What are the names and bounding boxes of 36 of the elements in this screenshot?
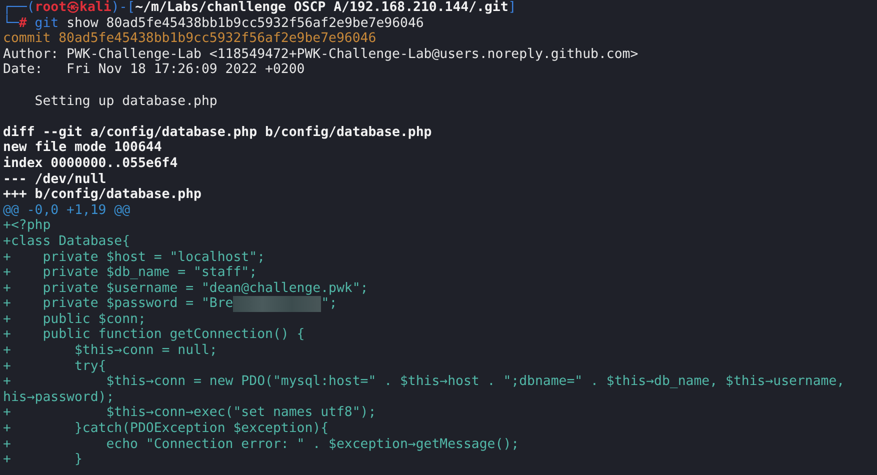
diff-header-line: diff --git a/config/database.php b/config/database.php — [3, 124, 432, 140]
added-code-line: + private $username = "dean@challenge.pwk"; — [3, 280, 368, 296]
added-code-line: his→password); — [3, 390, 114, 406]
prompt-prefix: ┌──( — [3, 0, 35, 15]
added-code-line: +<?php — [3, 218, 51, 234]
hunk-header: @@ -0,0 +1,19 @@ — [3, 202, 130, 218]
output-line: Author: PWK-Challenge-Lab <118549472+PWK-Challenge-Lab@users.noreply.github.com> — [3, 46, 638, 62]
commit-line: commit 80ad5fe45438bb1b9cc5932f56af2e9be7e96046 — [3, 31, 376, 47]
code-fragment: "; — [321, 296, 338, 312]
diff-header-line: index 0000000..055e6f4 — [3, 156, 178, 172]
prompt-user: root㉿kali — [34, 0, 112, 16]
prompt-corner: └─ — [3, 16, 19, 32]
added-code-line: + private $password = "Bre — [3, 296, 234, 312]
diff-header-line: --- /dev/null — [3, 172, 106, 187]
added-code-line: + private $db_name = "staff"; — [3, 265, 258, 281]
added-code-line: + private $host = "localhost"; — [3, 250, 266, 266]
prompt-path: ~/m/Labs/chanllenge OSCP A/192.168.210.144/.git — [135, 0, 508, 16]
command-name: git — [34, 16, 59, 32]
prompt-separator: )-[ — [111, 0, 136, 16]
added-code-line: + $this→conn→exec("set names utf8"); — [3, 405, 376, 422]
added-code-line: + } — [3, 452, 82, 468]
prompt-bracket: ] — [508, 0, 516, 16]
added-code-line: + $this→conn = new PDO("mysql:host=" . $this→host . ";dbname=" . $this→db_name, $this→username, — [3, 374, 845, 390]
added-code-line: + try{ — [3, 358, 106, 374]
added-code-line: +class Database{ — [3, 234, 130, 250]
output-line: Setting up database.php — [34, 94, 218, 110]
output-line: Date: Fri Nov 18 17:26:09 2022 +0200 — [3, 62, 305, 78]
added-code-line: + public function getConnection() { — [3, 327, 305, 344]
added-code-line: + }catch(PDOException $exception){ — [3, 421, 329, 437]
prompt-symbol: # — [18, 16, 27, 32]
added-code-line: + echo "Connection error: " . $exception→getMessage(); — [3, 436, 520, 452]
command-args: show 80ad5fe45438bb1b9cc5932f56af2e9be7e96046 — [66, 16, 424, 32]
diff-header-line: +++ b/config/database.php — [3, 187, 202, 203]
added-code-line: + public $conn; — [3, 312, 146, 328]
added-code-line: + $this→conn = null; — [3, 343, 218, 359]
diff-header-line: new file mode 100644 — [3, 140, 162, 156]
